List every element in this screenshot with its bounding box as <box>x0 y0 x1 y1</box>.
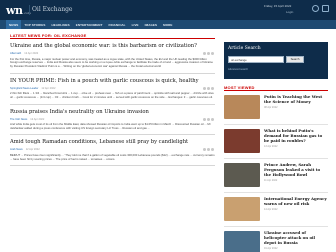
facebook-share-icon[interactable] <box>203 86 206 90</box>
article-title[interactable]: Amid tough Ramadan conditions, Lebanese … <box>10 139 215 146</box>
most-viewed-date: 11 Apr 2022 <box>264 178 278 182</box>
article-meta: Arab News 12 Apr 2022 <box>10 148 215 152</box>
twitter-share-icon[interactable] <box>207 52 210 55</box>
most-viewed-text: Putin is Teaching the West the Science o… <box>264 94 328 124</box>
email-share-icon[interactable] <box>211 52 214 55</box>
login-link[interactable]: Login <box>286 10 293 14</box>
most-viewed-title[interactable]: Prince Andrew, Sarah Ferguson leaked a v… <box>264 162 328 178</box>
article-search-panel: Article Search Search Advanced search <box>224 42 328 79</box>
top-bar: wn .com Oil Exchange Friday, 15 April 20… <box>0 0 336 20</box>
email-share-icon[interactable] <box>211 148 214 152</box>
most-viewed-title[interactable]: What is behind Putin's demand for Russia… <box>264 128 328 144</box>
most-viewed-thumbnail[interactable] <box>224 231 260 252</box>
article-date: 12 Apr 2022 <box>24 52 39 55</box>
most-viewed-header: MOST VIEWED <box>224 85 328 91</box>
nav-item-more[interactable]: MORE <box>160 20 175 29</box>
article-meta: The Irish News 12 Apr 2022 <box>10 117 215 121</box>
search-button[interactable]: Search <box>286 56 304 63</box>
search-input[interactable] <box>228 56 284 63</box>
logo-text: wn <box>6 4 23 17</box>
search-row: Search <box>228 56 324 63</box>
latest-news-header: LATEST NEWS FOR: OIL EXCHANGE <box>10 33 215 39</box>
most-viewed-text: What is behind Putin's demand for Russia… <box>264 128 328 158</box>
most-viewed-title[interactable]: International Energy Agency warns of new… <box>264 196 328 207</box>
facebook-share-icon[interactable] <box>203 117 206 121</box>
most-viewed-text: International Energy Agency warns of new… <box>264 196 328 226</box>
article-snippet: BEIRUT ... Prices have risen significant… <box>10 152 215 161</box>
article-snippet: For the first time, Russia, a major nucl… <box>10 56 213 68</box>
most-viewed-item[interactable]: International Energy Agency warns of new… <box>224 196 328 227</box>
article-source[interactable]: The Irish News <box>10 118 27 121</box>
most-viewed-date: 14 Apr 2022 <box>264 207 278 211</box>
most-viewed-item[interactable]: Putin is Teaching the West the Science o… <box>224 94 328 125</box>
menu-icon[interactable] <box>322 5 329 12</box>
sidebar: Article Search Search Advanced search MO… <box>224 42 328 252</box>
news-list: LATEST NEWS FOR: OIL EXCHANGE Ukraine an… <box>10 33 215 167</box>
article-title[interactable]: Russia praises India's neutrality on Ukr… <box>10 109 215 116</box>
site-logo[interactable]: wn .com <box>6 4 31 17</box>
article-item: Russia praises India's neutrality on Ukr… <box>10 109 215 136</box>
header-date: Friday, 15 April 2022 <box>264 4 292 8</box>
article-search-title: Article Search <box>228 46 261 51</box>
nav-item-live[interactable]: LIVE <box>129 20 142 29</box>
nav-item-news[interactable]: NEWS <box>6 20 22 29</box>
twitter-share-icon[interactable] <box>207 148 210 152</box>
nav-item-top-stories[interactable]: TOP STORIES <box>21 20 48 29</box>
most-viewed-item[interactable]: What is behind Putin's demand for Russia… <box>224 128 328 159</box>
most-viewed-item[interactable]: Prince Andrew, Sarah Ferguson leaked a v… <box>224 162 328 193</box>
most-viewed-thumbnail[interactable] <box>224 197 260 221</box>
most-viewed-text: Prince Andrew, Sarah Ferguson leaked a v… <box>264 162 328 192</box>
nav-item-headlines[interactable]: HEADLINES <box>49 20 73 29</box>
article-item: Ukraine and the global economic war: is … <box>10 43 215 74</box>
most-viewed-item[interactable]: Ukraine accused of helicopter attack on … <box>224 230 328 252</box>
nav-item-financial[interactable]: FINANCIAL <box>106 20 129 29</box>
article-date: 12 Apr 2022 <box>41 86 56 90</box>
most-viewed-text: Ukraine accused of helicopter attack on … <box>264 230 328 252</box>
twitter-share-icon[interactable] <box>207 86 210 90</box>
most-viewed-date: 08 Apr 2022 <box>264 105 278 109</box>
facebook-share-icon[interactable] <box>203 52 206 55</box>
article-title[interactable]: IN YOUR PRIME: Fish in a pouch with garl… <box>10 78 215 85</box>
article-date: 12 Apr 2022 <box>25 148 40 152</box>
most-viewed-date: 01 Apr 2022 <box>264 246 278 250</box>
email-share-icon[interactable] <box>211 117 214 121</box>
article-item: IN YOUR PRIME: Fish in a pouch with garl… <box>10 78 215 105</box>
most-viewed-title[interactable]: Putin is Teaching the West the Science o… <box>264 94 328 105</box>
facebook-share-icon[interactable] <box>203 148 206 152</box>
most-viewed-list: Putin is Teaching the West the Science o… <box>224 94 328 252</box>
article-source[interactable]: Arab News <box>10 148 23 151</box>
twitter-share-icon[interactable] <box>207 117 210 121</box>
advanced-search-link[interactable]: Advanced search <box>228 68 324 71</box>
most-viewed-thumbnail[interactable] <box>224 129 260 153</box>
article-item: Amid tough Ramadan conditions, Lebanese … <box>10 139 215 167</box>
article-date: 12 Apr 2022 <box>30 117 45 121</box>
most-viewed-title[interactable]: Ukraine accused of helicopter attack on … <box>264 230 328 246</box>
main-nav: NEWS TOP STORIES HEADLINES ENTERTAINMENT… <box>0 20 336 29</box>
logo-divider <box>29 5 30 15</box>
most-viewed-thumbnail[interactable] <box>224 163 260 187</box>
nav-item-entertainment[interactable]: ENTERTAINMENT <box>73 20 106 29</box>
most-viewed-thumbnail[interactable] <box>224 95 260 119</box>
most-viewed-date: 13 Apr 2022 <box>264 144 278 148</box>
search-icon[interactable] <box>312 5 319 12</box>
article-snippet: And while India gets most of its oil fro… <box>10 122 211 130</box>
article-source[interactable]: Springfield News-Leader <box>10 87 38 90</box>
article-meta: Aftermath 12 Apr 2022 <box>10 52 215 56</box>
email-share-icon[interactable] <box>211 86 214 90</box>
article-source[interactable]: Aftermath <box>10 52 21 55</box>
nav-item-images[interactable]: IMAGES <box>142 20 160 29</box>
article-snippet: 2 thin fish fillets ... 1 3/4 ... blanch… <box>10 91 214 99</box>
article-title[interactable]: Ukraine and the global economic war: is … <box>10 43 215 50</box>
section-title: Oil Exchange <box>32 6 73 13</box>
article-meta: Springfield News-Leader 12 Apr 2022 <box>10 86 215 90</box>
